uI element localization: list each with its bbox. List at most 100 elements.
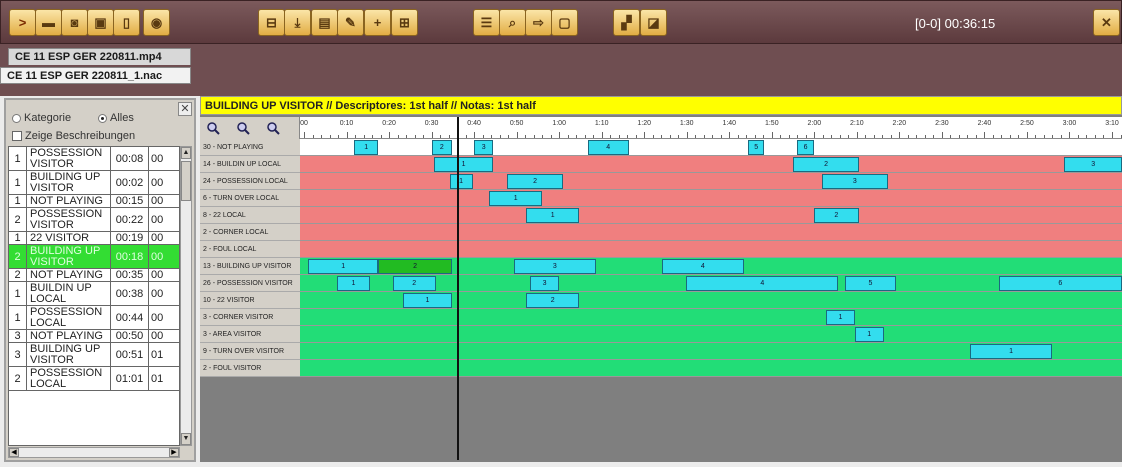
track-lane[interactable]: 12 3 4 (300, 258, 1122, 275)
playhead-cursor[interactable] (457, 117, 459, 460)
track-label[interactable]: 26 - POSSESSION VISITOR (200, 275, 300, 292)
event-block[interactable]: 1 (308, 259, 379, 274)
track-lane[interactable]: 1 (300, 309, 1122, 326)
vertical-scrollbar[interactable]: ▲ ▼ (180, 146, 192, 446)
event-block[interactable]: 1 (526, 208, 580, 223)
add-button[interactable]: + (364, 9, 391, 36)
table-row[interactable]: 3 BUILDING UP VISITOR 00:51 01 (9, 343, 179, 367)
table-row[interactable]: 1 BUILDING UP VISITOR 00:02 00 (9, 171, 179, 195)
event-block[interactable]: 1 (402, 293, 453, 308)
event-block[interactable]: 4 (686, 276, 839, 291)
event-block[interactable]: 1 (449, 174, 473, 189)
track-label[interactable]: 9 - TURN OVER VISITOR (200, 343, 300, 360)
event-block[interactable]: 3 (530, 276, 559, 291)
track-label[interactable]: 3 - CORNER VISITOR (200, 309, 300, 326)
event-block[interactable]: 5 (844, 276, 896, 291)
zoom-out-icon[interactable] (236, 121, 250, 135)
scroll-left-icon[interactable]: ◀ (9, 448, 19, 457)
event-block[interactable]: 2 (392, 276, 436, 291)
view-button[interactable]: ◉ (143, 9, 170, 36)
panel-button[interactable]: ▯ (113, 9, 140, 36)
table-row[interactable]: 1 22 VISITOR 00:19 00 (9, 232, 179, 245)
track-label[interactable]: 24 - POSSESSION LOCAL (200, 173, 300, 190)
document-button[interactable]: ▤ (311, 9, 338, 36)
track-lane[interactable]: 1 (300, 343, 1122, 360)
table-row[interactable]: 1 NOT PLAYING 00:15 00 (9, 195, 179, 208)
camera-button[interactable]: ◙ (61, 9, 88, 36)
track-lane[interactable]: 1 2 3 45 6 (300, 275, 1122, 292)
track-label[interactable]: 2 - FOUL VISITOR (200, 360, 300, 377)
event-block[interactable]: 1 (854, 327, 884, 342)
zoom-in-icon[interactable] (206, 121, 220, 135)
chart-button[interactable]: ◪ (640, 9, 667, 36)
track-label[interactable]: 2 - CORNER LOCAL (200, 224, 300, 241)
track-label[interactable]: 30 - NOT PLAYING (200, 139, 300, 156)
save-button[interactable]: ▢ (551, 9, 578, 36)
event-block[interactable]: 6 (998, 276, 1122, 291)
track-lane[interactable] (300, 224, 1122, 241)
track-lane[interactable]: 12 (300, 292, 1122, 309)
zoom-reset-icon[interactable] (266, 121, 280, 135)
horizontal-scrollbar[interactable]: ◀ ▶ (8, 447, 180, 458)
track-lane[interactable]: 12 (300, 207, 1122, 224)
event-block[interactable]: 3 (821, 174, 888, 189)
event-block[interactable]: 1 (826, 310, 855, 325)
event-block[interactable]: 4 (587, 140, 629, 155)
edit-button[interactable]: ✎ (337, 9, 364, 36)
track-label[interactable]: 8 - 22 LOCAL (200, 207, 300, 224)
track-lane[interactable]: 1 2 3 (300, 156, 1122, 173)
event-block[interactable]: 3 (474, 140, 494, 155)
track-lane[interactable] (300, 241, 1122, 258)
tab-video-file[interactable]: CE 11 ESP GER 220811.mp4 (8, 48, 191, 65)
event-block[interactable]: 1 (336, 276, 370, 291)
track-label[interactable]: 3 - AREA VISITOR (200, 326, 300, 343)
event-block[interactable]: 4 (661, 259, 744, 274)
track-label[interactable]: 10 - 22 VISITOR (200, 292, 300, 309)
table-row[interactable]: 2 POSSESSION VISITOR 00:22 00 (9, 208, 179, 232)
list-button[interactable]: ☰ (473, 9, 500, 36)
search-button[interactable]: ⌕ (499, 9, 526, 36)
film-button[interactable]: ▣ (87, 9, 114, 36)
event-block[interactable]: 1 (433, 157, 494, 172)
panel-close-button[interactable]: ✕ (178, 102, 192, 116)
track-label[interactable]: 6 - TURN OVER LOCAL (200, 190, 300, 207)
event-block[interactable]: 2 (813, 208, 859, 223)
event-block[interactable]: 3 (1064, 157, 1122, 172)
scroll-down-icon[interactable]: ▼ (181, 433, 191, 445)
table-row[interactable]: 2 NOT PLAYING 00:35 00 (9, 269, 179, 282)
event-block[interactable]: 2 (431, 140, 453, 155)
track-lane[interactable]: 1 (300, 190, 1122, 207)
event-block[interactable]: 2 (378, 259, 453, 274)
event-block[interactable]: 2 (526, 293, 580, 308)
show-descriptions-checkbox[interactable]: Zeige Beschreibungen (12, 130, 135, 142)
event-block[interactable]: 1 (354, 140, 379, 155)
event-block[interactable]: 2 (793, 157, 859, 172)
scroll-right-icon[interactable]: ▶ (169, 448, 179, 457)
radio-alles[interactable]: Alles (98, 112, 134, 124)
capture-button[interactable]: ▬ (35, 9, 62, 36)
table-row[interactable]: 1 POSSESSION LOCAL 00:44 00 (9, 306, 179, 330)
event-block[interactable]: 1 (489, 191, 543, 206)
track-lane[interactable]: 123456 (300, 139, 1122, 156)
close-button[interactable]: ✕ (1093, 9, 1120, 36)
radio-kategorie[interactable]: Kategorie (12, 112, 71, 124)
table-row[interactable]: 3 NOT PLAYING 00:50 00 (9, 330, 179, 343)
track-lane[interactable] (300, 360, 1122, 377)
event-block[interactable]: 2 (507, 174, 564, 189)
table-row[interactable]: 2 POSSESSION LOCAL 01:01 01 (9, 367, 179, 391)
layout-button[interactable]: ⊟ (258, 9, 285, 36)
track-lane[interactable]: 1 2 3 (300, 173, 1122, 190)
event-block[interactable]: 6 (797, 140, 814, 155)
scroll-up-icon[interactable]: ▲ (181, 147, 191, 159)
event-block[interactable]: 3 (513, 259, 596, 274)
export-button[interactable]: ⇨ (525, 9, 552, 36)
time-ruler[interactable]: 00 0:10 0:20 0:30 0:40 0:50 1:00 1:10 1:20 1:30 1:… (300, 117, 1122, 139)
table-row[interactable]: 2 BUILDING UP VISITOR 00:18 00 (9, 245, 179, 269)
event-block[interactable]: 1 (969, 344, 1053, 359)
track-lane[interactable]: 1 (300, 326, 1122, 343)
track-label[interactable]: 13 - BUILDING UP VISITOR (200, 258, 300, 275)
scroll-thumb[interactable] (181, 161, 191, 201)
grid-button[interactable]: ⊞ (391, 9, 418, 36)
play-button[interactable]: > (9, 9, 36, 36)
import-button[interactable]: ⤓ (284, 9, 311, 36)
